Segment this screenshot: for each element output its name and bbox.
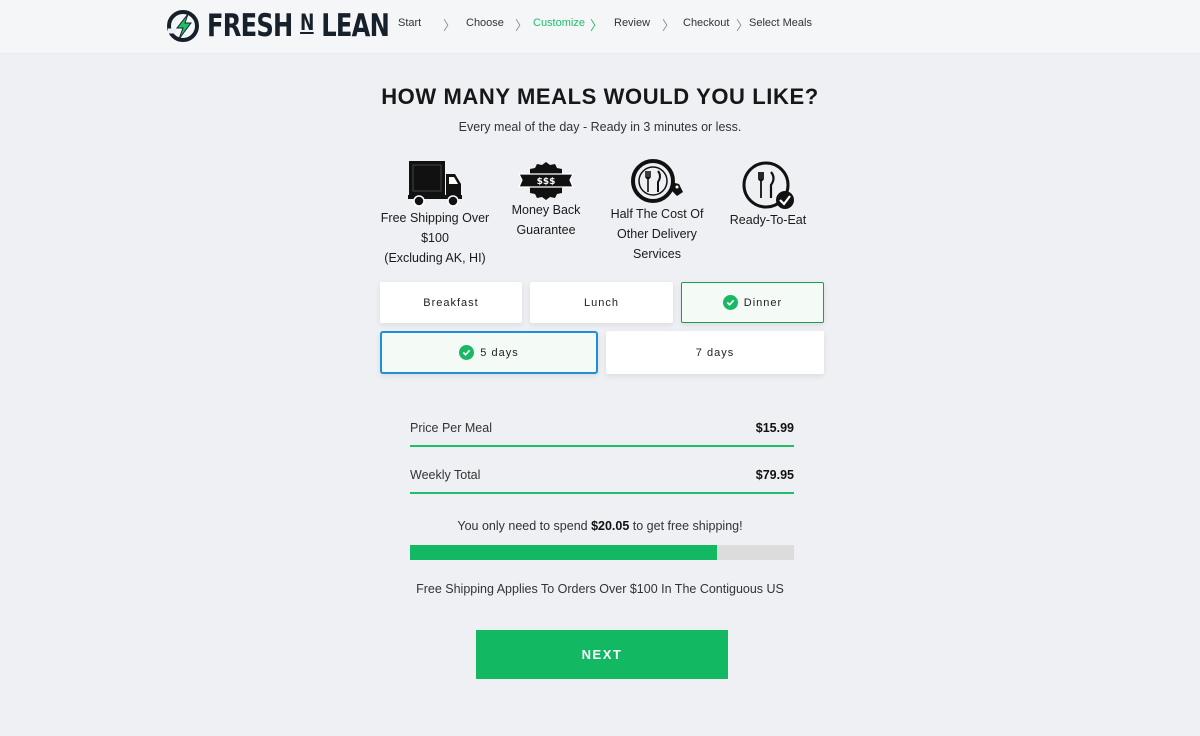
step-start[interactable]: Start [398,17,421,29]
chevron-right-icon: 〉 [515,19,529,34]
feature-line: Half The Cost Of [610,207,704,221]
meal-option-label: Dinner [743,296,783,309]
progress-fill [410,545,717,560]
meal-option-dinner[interactable]: Dinner [681,282,824,323]
feature-line: Services [633,247,681,261]
days-option-label: 5 days [480,346,519,359]
next-button-label: NEXT [581,647,623,662]
feature-line: Other Delivery [617,227,697,241]
days-option-label: 7 days [695,346,735,359]
top-header: FRESH N LEAN Start 〉 Choose 〉 Customize … [0,0,1200,54]
days-option-5[interactable]: 5 days [380,331,598,374]
page-subtitle: Every meal of the day - Ready in 3 minut… [458,120,742,134]
step-choose[interactable]: Choose [466,17,504,29]
chevron-right-icon: 〉 [590,19,604,34]
weekly-total-label: Weekly Total [410,468,481,482]
feature-line: Money Back [511,203,581,217]
page-title: HOW MANY MEALS WOULD YOU LIKE? [381,84,819,109]
feature-ready-to-eat: Ready-To-Eat [718,160,818,230]
free-shipping-note: Free Shipping Applies To Orders Over $10… [416,582,784,596]
meal-option-breakfast[interactable]: Breakfast [380,282,522,323]
step-customize[interactable]: Customize [533,17,585,29]
svg-text:$$$: $$$ [537,177,556,187]
feature-free-shipping: Free Shipping Over $100 (Excluding AK, H… [370,158,500,268]
free-shipping-message: You only need to spend $20.05 to get fre… [457,519,743,533]
free-shipping-progress-bar [410,545,794,560]
chevron-right-icon: 〉 [443,19,457,34]
price-per-meal-label: Price Per Meal [410,421,492,435]
price-per-meal-value: $15.99 [755,421,794,435]
weekly-total-row: Weekly Total $79.95 [410,464,794,494]
money-badge-icon: $$$ [518,162,574,200]
meal-option-label: Lunch [584,296,619,309]
remaining-amount: $20.05 [591,519,630,533]
step-select-meals[interactable]: Select Meals [749,17,812,29]
meal-option-lunch[interactable]: Lunch [530,282,673,323]
step-checkout[interactable]: Checkout [683,17,729,29]
feature-line: Free Shipping Over [380,211,490,225]
plate-price-tag-icon [631,159,683,203]
price-per-meal-row: Price Per Meal $15.99 [410,417,794,447]
chevron-right-icon: 〉 [662,19,676,34]
feature-line: (Excluding AK, HI) [384,251,486,265]
plate-check-icon [742,161,794,209]
weekly-total-value: $79.95 [755,468,794,482]
truck-icon [408,161,462,207]
next-button[interactable]: NEXT [476,630,728,679]
brand-wordmark: FRESH N LEAN [207,8,390,44]
feature-line: Guarantee [516,223,576,237]
days-option-7[interactable]: 7 days [606,331,824,374]
feature-half-cost: Half The Cost Of Other Delivery Services [602,158,712,264]
check-circle-icon [459,345,475,360]
step-review[interactable]: Review [614,17,650,29]
feature-line: $100 [421,231,449,245]
meal-option-label: Breakfast [423,296,479,309]
check-circle-icon [722,295,738,310]
chevron-right-icon: 〉 [736,19,750,34]
feature-money-back: $$$ Money Back Guarantee [496,160,596,240]
feature-line: Ready-To-Eat [729,213,807,227]
lightning-logo-icon [167,10,199,42]
